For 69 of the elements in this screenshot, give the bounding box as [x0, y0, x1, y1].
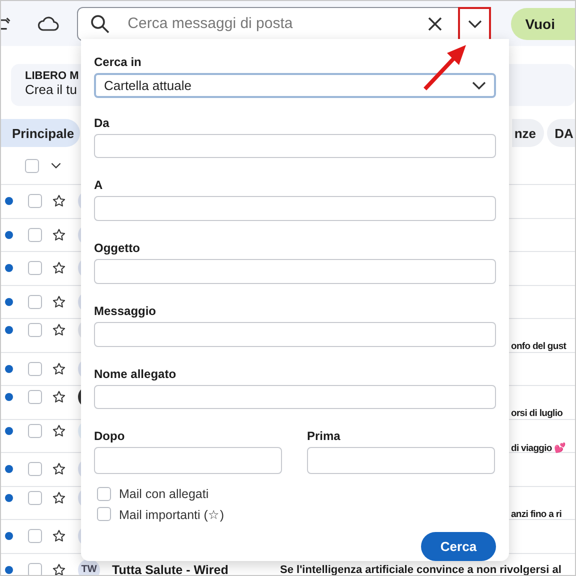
- row-checkbox[interactable]: [28, 261, 42, 276]
- promo-button[interactable]: Vuoi: [511, 8, 575, 40]
- category-tab[interactable]: nze: [512, 119, 544, 147]
- input-field[interactable]: [94, 259, 496, 284]
- star-icon[interactable]: [52, 194, 66, 208]
- field-label: Dopo: [94, 429, 126, 444]
- star-icon[interactable]: [52, 362, 66, 376]
- row-checkbox[interactable]: [28, 529, 42, 544]
- star-icon[interactable]: [52, 424, 66, 438]
- row-checkbox[interactable]: [28, 294, 42, 309]
- category-tab[interactable]: Principale: [1, 119, 80, 147]
- message-subject: di viaggio 💕: [511, 442, 566, 454]
- category-tab[interactable]: DA: [547, 119, 575, 147]
- select-all-checkbox[interactable]: [25, 158, 39, 172]
- row-checkbox[interactable]: [28, 362, 42, 376]
- star-icon[interactable]: [52, 228, 66, 242]
- star-icon[interactable]: [52, 261, 66, 276]
- row-checkbox[interactable]: [28, 490, 42, 504]
- banner-text: Crea il tu: [25, 82, 78, 97]
- star-icon[interactable]: [52, 323, 66, 337]
- input-field[interactable]: [94, 134, 496, 158]
- row-checkbox[interactable]: [28, 462, 42, 476]
- row-checkbox[interactable]: [28, 424, 42, 438]
- caret-icon: [472, 80, 486, 90]
- star-icon[interactable]: [52, 390, 66, 404]
- option-label: Mail con allegati: [119, 487, 209, 502]
- option-label: Mail importanti (☆): [119, 506, 224, 522]
- caret-icon: [468, 20, 482, 28]
- date-field[interactable]: [307, 447, 495, 474]
- search-bar[interactable]: Cerca messaggi di posta: [76, 6, 492, 40]
- input-field[interactable]: [94, 196, 496, 222]
- banner-title: LIBERO M: [25, 70, 79, 82]
- close-icon[interactable]: [428, 16, 442, 30]
- star-icon[interactable]: [52, 562, 66, 575]
- row-checkbox[interactable]: [28, 323, 42, 337]
- folder-select[interactable]: Cartella attuale: [94, 73, 496, 98]
- star-icon[interactable]: [52, 490, 66, 504]
- row-checkbox[interactable]: [28, 194, 42, 208]
- row-checkbox[interactable]: [28, 562, 42, 575]
- row-checkbox[interactable]: [28, 228, 42, 242]
- cloud-icon[interactable]: [36, 16, 59, 32]
- field-label: Cerca in: [94, 55, 142, 69]
- field-label: Oggetto: [94, 241, 141, 256]
- option-checkbox[interactable]: [97, 507, 111, 522]
- field-label: Prima: [307, 429, 342, 444]
- input-field[interactable]: [94, 322, 496, 347]
- field-label: Nome allegato: [94, 366, 178, 381]
- message-subject: Se l'intelligenza artificiale convince a non rivolgersi al: [280, 564, 562, 575]
- star-icon[interactable]: [52, 529, 66, 544]
- row-checkbox[interactable]: [28, 390, 42, 404]
- field-label: Da: [94, 116, 110, 130]
- input-field[interactable]: [94, 384, 496, 410]
- star-icon[interactable]: [52, 294, 66, 309]
- sender-name: Tutta Salute - Wired: [112, 562, 230, 575]
- message-subject: anzi fino a ri: [511, 508, 562, 520]
- task-icon[interactable]: [1, 14, 11, 32]
- star-icon[interactable]: [52, 462, 66, 476]
- caret-icon: [51, 162, 61, 169]
- search-button[interactable]: Cerca: [421, 532, 496, 561]
- dropdown-toggle[interactable]: [458, 6, 492, 40]
- message-subject: orsi di luglio: [511, 408, 563, 419]
- option-checkbox[interactable]: [97, 487, 111, 502]
- search-icon: [90, 14, 110, 34]
- field-label: A: [94, 178, 104, 192]
- pointer-arrow-drawing: [424, 45, 466, 90]
- date-field[interactable]: [94, 447, 282, 474]
- field-label: Messaggio: [94, 304, 158, 318]
- search-field[interactable]: Cerca messaggi di posta: [126, 14, 428, 33]
- message-subject: onfo del gust: [511, 341, 566, 352]
